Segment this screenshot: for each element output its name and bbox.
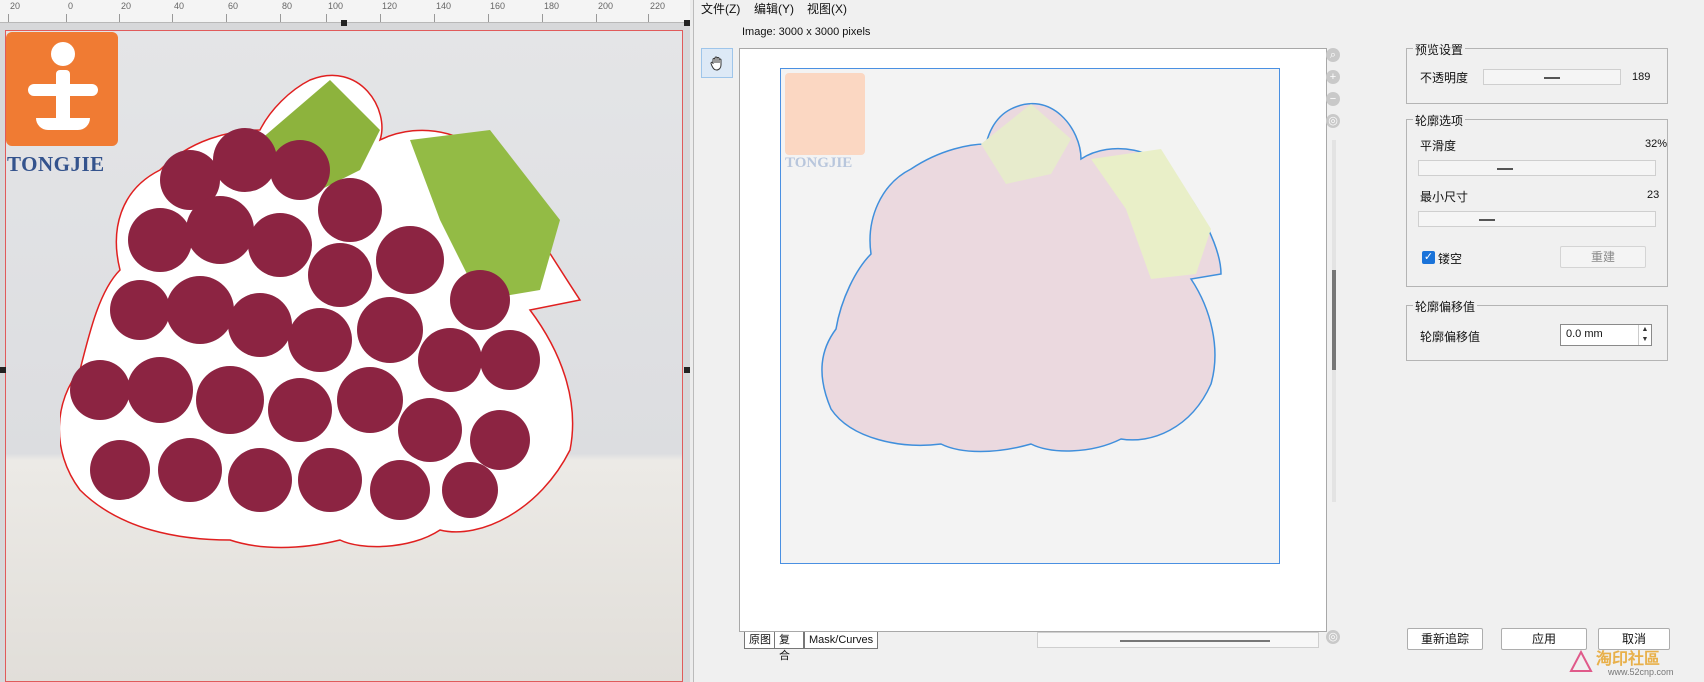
zoom-search-icon[interactable]: ⌕ bbox=[1326, 48, 1340, 62]
spin-arrows-icon[interactable]: ▲ ▼ bbox=[1638, 325, 1651, 345]
menu-view[interactable]: 视图(X) bbox=[807, 0, 847, 17]
tab-mask-curves[interactable]: Mask/Curves bbox=[804, 632, 878, 649]
smoothness-label: 平滑度 bbox=[1420, 139, 1457, 153]
menu-bar: 文件(Z) 编辑(Y) 视图(X) bbox=[694, 0, 1704, 16]
hollow-label: 镂空 bbox=[1438, 252, 1463, 266]
offset-spinbox[interactable]: 0.0 mm ▲ ▼ bbox=[1560, 324, 1652, 346]
offset-label: 轮廓偏移值 bbox=[1420, 330, 1481, 344]
offset-title: 轮廓偏移值 bbox=[1413, 298, 1478, 315]
rebuild-button[interactable]: 重建 bbox=[1560, 246, 1646, 268]
zoom-fit-icon[interactable]: ◎ bbox=[1326, 114, 1340, 128]
retrace-button[interactable]: 重新追踪 bbox=[1407, 628, 1483, 650]
watermark-logo-icon bbox=[1569, 649, 1593, 672]
hand-tool-button[interactable] bbox=[701, 48, 733, 78]
hand-icon bbox=[710, 56, 722, 71]
opacity-label: 不透明度 bbox=[1420, 71, 1469, 85]
zoom-reset-icon[interactable]: ◎ bbox=[1326, 630, 1340, 644]
offset-group: 轮廓偏移值 轮廓偏移值 0.0 mm ▲ ▼ bbox=[1406, 298, 1668, 361]
offset-value: 0.0 mm bbox=[1566, 328, 1603, 340]
preview-contour bbox=[821, 102, 1222, 453]
site-watermark: 淘印社區 www.52cnp.com bbox=[1568, 645, 1704, 682]
selection-handle[interactable] bbox=[341, 20, 347, 26]
watermark-url: www.52cnp.com bbox=[1608, 667, 1674, 677]
menu-edit[interactable]: 编辑(Y) bbox=[754, 0, 794, 17]
canvas-area[interactable]: 20 0 20 40 60 80 100 120 140 160 180 200… bbox=[0, 0, 690, 682]
preview-pane[interactable]: TONGJIE bbox=[739, 48, 1327, 632]
hollow-checkbox[interactable]: ✓ bbox=[1422, 251, 1435, 264]
contour-options-title: 轮廓选项 bbox=[1413, 112, 1466, 129]
watermark-name: 淘印社區 bbox=[1596, 651, 1661, 668]
min-size-label: 最小尺寸 bbox=[1420, 190, 1469, 204]
tab-original[interactable]: 原图 bbox=[744, 632, 776, 649]
menu-file[interactable]: 文件(Z) bbox=[701, 0, 740, 17]
image-info: Image: 3000 x 3000 pixels bbox=[742, 26, 871, 38]
smoothness-slider[interactable] bbox=[1418, 160, 1656, 176]
preview-settings-title: 预览设置 bbox=[1413, 41, 1466, 58]
trace-dialog: 文件(Z) 编辑(Y) 视图(X) Image: 3000 x 3000 pix… bbox=[693, 0, 1704, 682]
preview-frame: TONGJIE bbox=[780, 68, 1280, 564]
contour-options-group: 轮廓选项 平滑度 32% 最小尺寸 23 ✓ 镂空 重建 bbox=[1406, 112, 1668, 287]
selection-handle[interactable] bbox=[0, 367, 6, 373]
selection-handle[interactable] bbox=[684, 20, 690, 26]
horizontal-scrollbar[interactable] bbox=[1037, 632, 1319, 648]
min-size-slider[interactable] bbox=[1418, 211, 1656, 227]
smoothness-value: 32% bbox=[1645, 138, 1668, 150]
selection-handle[interactable] bbox=[684, 367, 690, 373]
vertical-scrollbar[interactable] bbox=[1332, 140, 1336, 502]
grape-cluster-image bbox=[60, 74, 582, 549]
opacity-value: 189 bbox=[1632, 71, 1651, 83]
zoom-in-icon[interactable]: + bbox=[1326, 70, 1340, 84]
preview-settings-group: 预览设置 不透明度 189 bbox=[1406, 41, 1668, 104]
zoom-out-icon[interactable]: − bbox=[1326, 92, 1340, 106]
tab-composite[interactable]: 复合 bbox=[774, 632, 804, 662]
opacity-slider[interactable] bbox=[1483, 69, 1621, 85]
min-size-value: 23 bbox=[1647, 189, 1660, 201]
